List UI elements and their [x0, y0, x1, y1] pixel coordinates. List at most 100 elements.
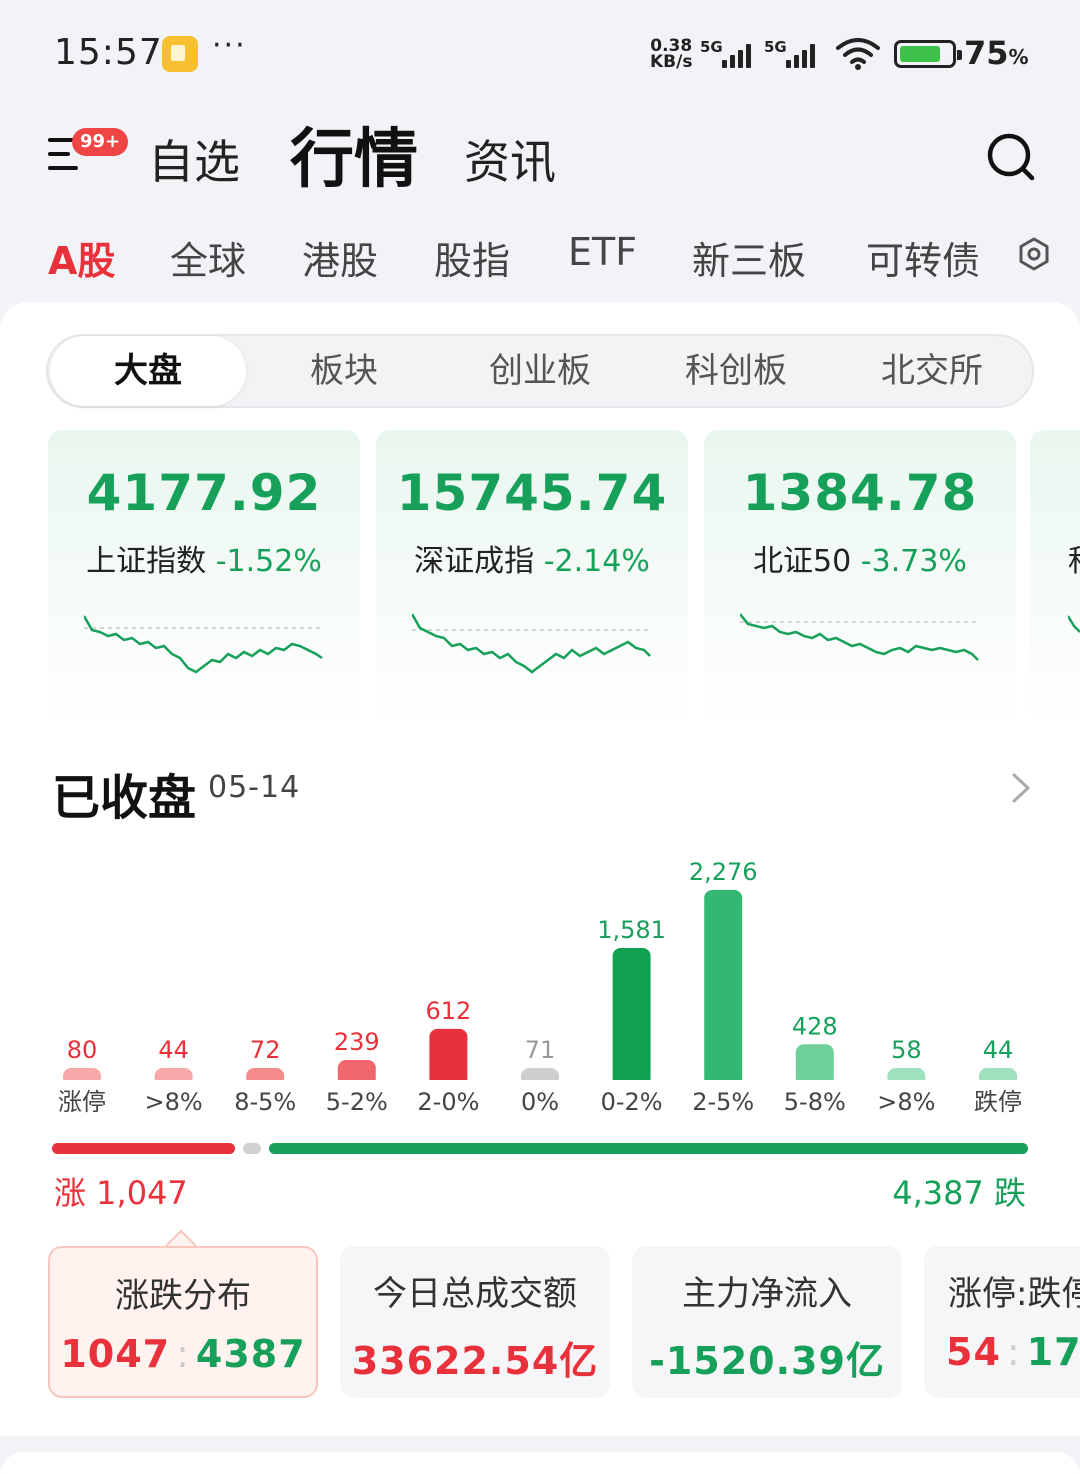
stat-up: 1047: [60, 1332, 171, 1376]
market-status: 已收盘: [52, 770, 197, 826]
stat-value: 33622.54亿: [351, 1339, 599, 1383]
distribution-category-label: 0%: [521, 1088, 559, 1116]
index-change: -2.14%: [543, 544, 650, 579]
index-sparkline: [1068, 615, 1080, 633]
stat-card-turnover[interactable]: 今日总成交额 33622.54亿: [340, 1246, 610, 1398]
down-total-label: 4,387 跌: [892, 1174, 1026, 1212]
market-tab-neeq[interactable]: 新三板: [692, 230, 806, 285]
sim2-label: 5G: [764, 38, 787, 56]
stat-down: 17: [1026, 1330, 1080, 1374]
index-sparkline: [84, 615, 324, 674]
distribution-category-label: 5-8%: [784, 1088, 846, 1116]
distribution-category-label: 0-2%: [601, 1088, 663, 1116]
tab-news[interactable]: 资讯: [464, 126, 556, 192]
distribution-value-label: 2,276: [689, 858, 758, 886]
more-notifications-icon: ···: [212, 28, 247, 63]
notification-badge: 99+: [72, 128, 129, 156]
notes-app-icon: [162, 36, 198, 72]
market-date: 05-14: [208, 770, 301, 805]
stat-value: 54:17: [946, 1330, 1080, 1374]
segment-sectors[interactable]: 板块: [246, 336, 442, 406]
market-tab-hk[interactable]: 港股: [302, 230, 378, 285]
search-icon[interactable]: [986, 132, 1036, 182]
index-value: 15745.74: [396, 464, 668, 522]
stat-value: 1047:4387: [60, 1332, 306, 1376]
distribution-value-label: 71: [525, 1036, 556, 1064]
market-tab-index-futures[interactable]: 股指: [434, 230, 510, 285]
index-name: 深证成指 -2.14%: [376, 536, 688, 580]
market-tab-convertible[interactable]: 可转债: [866, 230, 980, 285]
index-card-bse50[interactable]: 1384.78 北证50 -3.73%: [704, 430, 1016, 730]
status-bar: 15:57 ··· 0.38 KB/s 5G 5G 75%: [0, 0, 1080, 100]
stat-up: 54: [946, 1330, 1001, 1374]
stat-card-limit-ratio[interactable]: 涨停:跌停 54:17: [924, 1246, 1080, 1398]
wifi-icon: [836, 38, 880, 70]
distribution-bar: [612, 948, 651, 1086]
index-name: 科: [1068, 536, 1080, 580]
distribution-value-label: 239: [334, 1028, 380, 1056]
stat-card-net-inflow[interactable]: 主力净流入 -1520.39亿: [632, 1246, 902, 1398]
next-section-card: [0, 1452, 1080, 1474]
distribution-bar: [795, 1044, 834, 1086]
stat-label: 涨跌分布: [115, 1276, 251, 1316]
distribution-category-label: 2-5%: [692, 1088, 754, 1116]
index-name: 北证50 -3.73%: [704, 536, 1016, 580]
segment-bse[interactable]: 北交所: [834, 336, 1030, 406]
signal-sim2-icon: 5G: [764, 38, 824, 68]
settings-icon[interactable]: [1016, 236, 1052, 272]
up-total-label: 涨 1,047: [54, 1174, 188, 1212]
index-value: 4177.92: [86, 464, 322, 522]
index-card-partial[interactable]: 科: [1030, 430, 1080, 730]
index-name-text: 北证50: [753, 544, 852, 579]
up-down-distribution-chart: 80 涨停 44 >8% 72 8-5% 239 5-2% 612 2-0% 71 0% 1,581 0-…: [36, 858, 1044, 1116]
index-change: -1.52%: [215, 544, 322, 579]
battery-icon: [894, 40, 962, 68]
distribution-category-label: 跌停: [974, 1088, 1022, 1116]
signal-sim1-icon: 5G: [700, 38, 758, 68]
battery-percent: 75%: [964, 34, 1029, 72]
index-name-text: 深证成指: [414, 544, 535, 579]
stat-label: 涨停:跌停: [948, 1274, 1080, 1314]
index-card-szse[interactable]: 15745.74 深证成指 -2.14%: [376, 430, 688, 730]
index-change: -3.73%: [860, 544, 967, 579]
distribution-value-label: 44: [983, 1036, 1014, 1064]
distribution-value-label: 612: [425, 997, 471, 1025]
market-tab-global[interactable]: 全球: [170, 230, 246, 285]
segment-chinext[interactable]: 创业板: [442, 336, 638, 406]
distribution-value-label: 80: [67, 1036, 98, 1064]
stat-down: 4387: [195, 1332, 306, 1376]
battery-value: 75: [964, 34, 1009, 72]
chevron-right-icon[interactable]: [1010, 772, 1032, 804]
segment-overall[interactable]: 大盘: [50, 336, 246, 406]
index-sparkline: [740, 613, 980, 661]
distribution-bar: [704, 890, 743, 1086]
distribution-value-label: 58: [891, 1036, 922, 1064]
ratio-bar-flat: [242, 1143, 261, 1154]
distribution-category-label: >8%: [877, 1088, 935, 1116]
status-time: 15:57: [54, 32, 163, 73]
distribution-bar: [429, 1028, 468, 1086]
distribution-category-label: 涨停: [58, 1088, 106, 1116]
tab-watchlist[interactable]: 自选: [148, 126, 240, 192]
index-sparkline: [412, 613, 652, 674]
market-tab-etf[interactable]: ETF: [568, 230, 637, 274]
ratio-bar-down: [268, 1143, 1028, 1154]
distribution-category-label: 5-2%: [326, 1088, 388, 1116]
ratio-bar-up: [52, 1143, 235, 1154]
distribution-category-label: >8%: [145, 1088, 203, 1116]
stat-card-distribution[interactable]: 涨跌分布 1047:4387: [48, 1246, 318, 1398]
sim1-label: 5G: [700, 38, 723, 56]
network-speed: 0.38 KB/s: [650, 38, 693, 72]
distribution-category-label: 2-0%: [417, 1088, 479, 1116]
stat-label: 今日总成交额: [373, 1274, 577, 1314]
market-tab-a-shares[interactable]: A股: [48, 230, 115, 285]
distribution-value-label: 44: [158, 1036, 189, 1064]
index-card-sse[interactable]: 4177.92 上证指数 -1.52%: [48, 430, 360, 730]
index-value: 1384.78: [742, 464, 978, 522]
distribution-value-label: 1,581: [597, 916, 666, 944]
stat-label: 主力净流入: [682, 1274, 852, 1314]
segment-star[interactable]: 科创板: [638, 336, 834, 406]
network-speed-unit: KB/s: [650, 52, 693, 72]
tab-market[interactable]: 行情: [290, 108, 418, 200]
index-name: 上证指数 -1.52%: [48, 536, 360, 580]
